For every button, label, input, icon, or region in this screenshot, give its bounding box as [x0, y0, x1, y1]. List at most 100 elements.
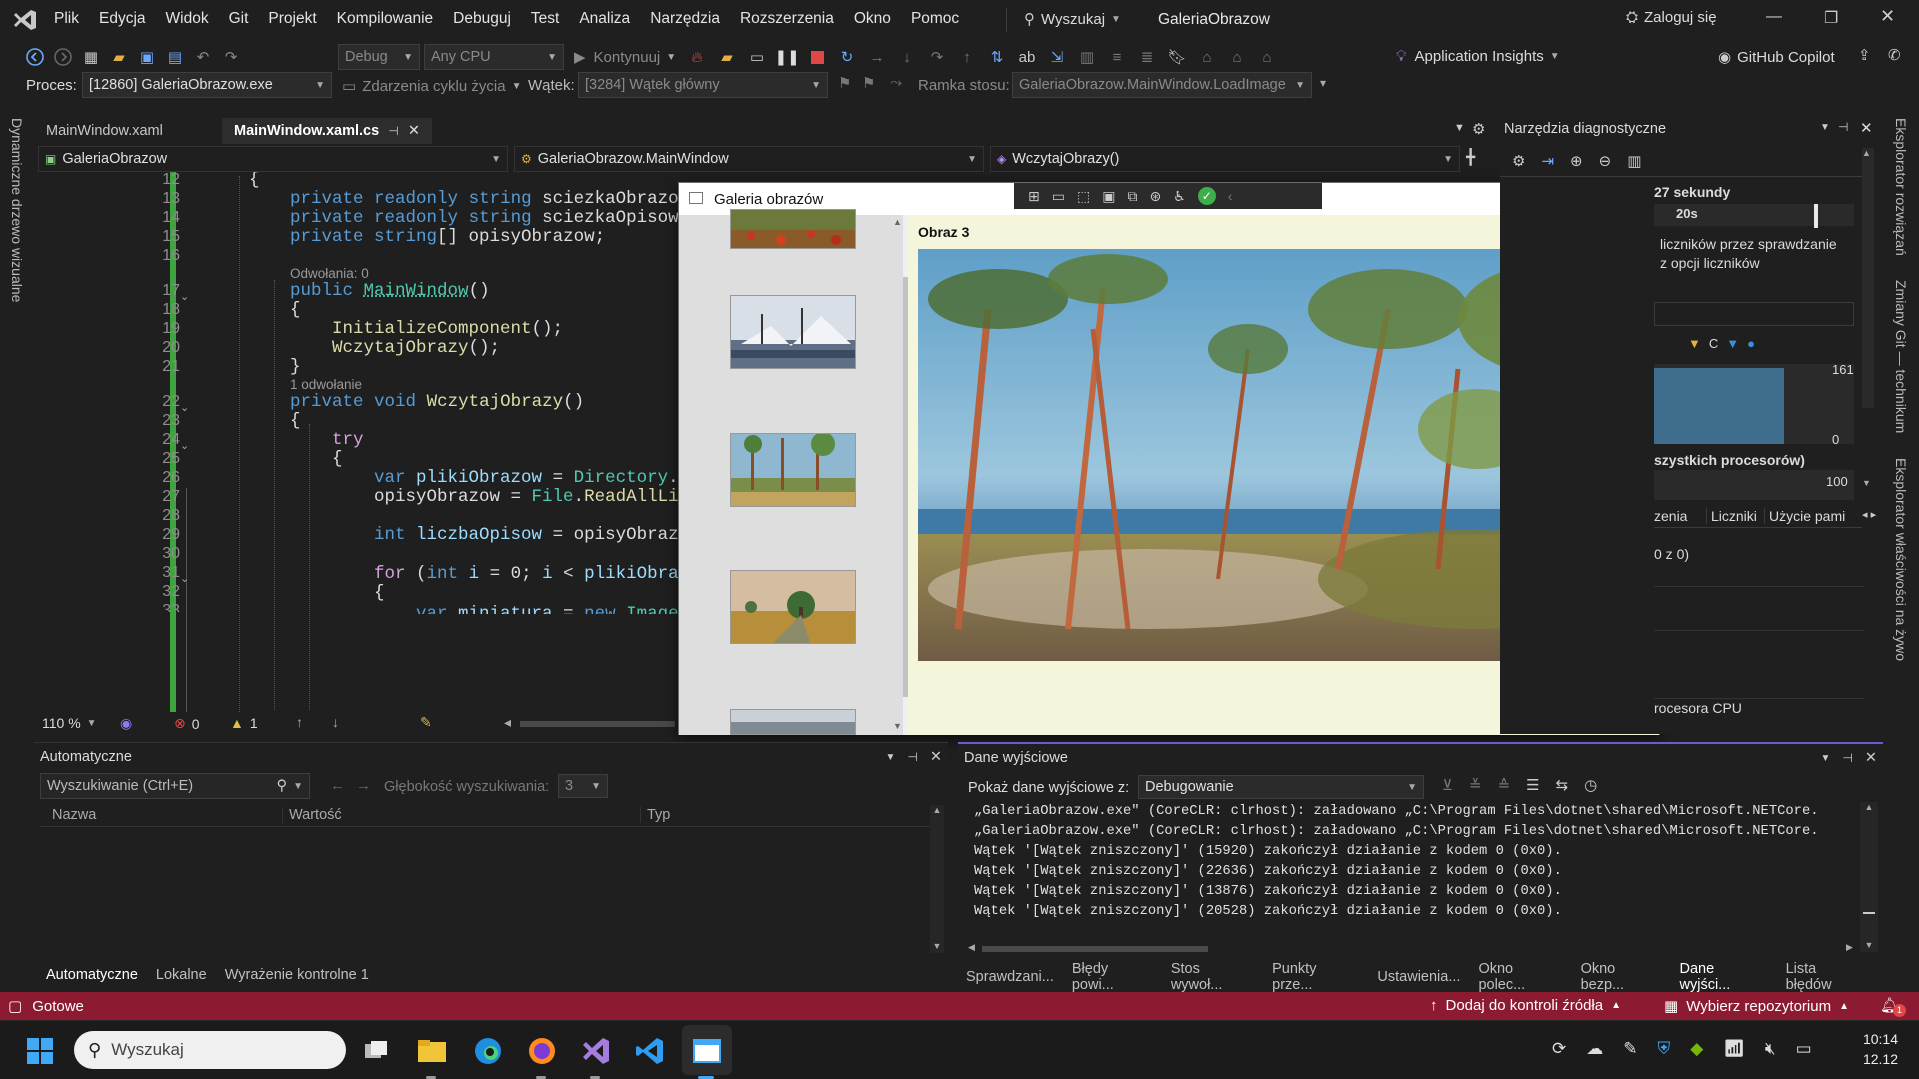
hot-restart-icon[interactable]: ⇅ — [986, 46, 1008, 68]
clock-time[interactable]: 10:14 — [1854, 1031, 1898, 1047]
export-icon[interactable]: ⇥ — [1541, 152, 1554, 170]
close-button[interactable]: ✕ — [1880, 6, 1895, 27]
scroll-left-icon[interactable]: ◂ — [504, 714, 511, 731]
live-property-explorer-tab[interactable]: Eksplorator właściwości na żywo — [1893, 458, 1909, 661]
horizontal-scrollbar[interactable] — [520, 721, 675, 727]
undo-icon[interactable]: ↶ — [192, 46, 214, 68]
thread-dropdown[interactable]: [3284] Wątek główny ▼ — [578, 72, 828, 98]
scrollbar-thumb[interactable] — [982, 946, 1208, 952]
open-folder-icon[interactable]: ▰ — [108, 46, 130, 68]
pin-icon[interactable]: ⊣ — [907, 750, 917, 764]
scroll-left-icon[interactable]: ◀ — [968, 942, 975, 953]
zoom-dropdown[interactable]: 110 % ▼ — [42, 715, 97, 731]
platform-dropdown[interactable]: Any CPU ▼ — [424, 44, 564, 70]
navigate-back-icon[interactable] — [24, 46, 46, 68]
menu-analyze[interactable]: Analiza — [579, 10, 630, 28]
warning-count[interactable]: ▲ 1 — [230, 715, 258, 731]
flag-thread-icon[interactable]: ⚑ — [838, 74, 851, 92]
column-value[interactable]: Wartość — [282, 807, 342, 823]
scroll-right-icon[interactable]: ▶ — [1846, 942, 1853, 953]
firefox-icon[interactable] — [526, 1035, 558, 1067]
tab-code-analysis[interactable]: Sprawdzani... — [966, 969, 1054, 985]
output-source-dropdown[interactable]: Debugowanie ▼ — [1138, 775, 1424, 799]
stop-icon[interactable] — [806, 46, 828, 68]
settings-gear-icon[interactable]: ⚙ — [1512, 152, 1525, 170]
thumbnail-image-4[interactable] — [730, 570, 856, 644]
menu-file[interactable]: Plik — [54, 10, 79, 28]
bookmark-icon[interactable]: 🔖︎ — [1166, 46, 1188, 68]
next-issue-icon[interactable]: ↓ — [332, 714, 339, 730]
search-back-icon[interactable]: ← — [330, 777, 345, 794]
solution-explorer-tab[interactable]: Eksplorator rozwiązań — [1893, 118, 1909, 256]
tab-memory-usage[interactable]: Użycie pami — [1764, 507, 1845, 524]
thumbnail-image-1[interactable] — [730, 209, 856, 249]
fold-chevron-icon[interactable]: ⌄ — [180, 290, 189, 303]
hot-reload-ok-icon[interactable]: ✓ — [1197, 187, 1216, 205]
events-track[interactable] — [1654, 302, 1854, 326]
clock-date[interactable]: 12.12 — [1854, 1051, 1898, 1067]
select-repository-button[interactable]: ▦ Wybierz repozytorium ▲ — [1664, 997, 1849, 1016]
wifi-icon[interactable]: 📶︎ — [1723, 1039, 1745, 1059]
word-wrap-icon[interactable]: ⇆ — [1556, 776, 1569, 794]
tab-events[interactable]: zenia — [1654, 508, 1706, 524]
fold-chevron-icon[interactable]: ⌄ — [180, 439, 189, 452]
git-changes-tab[interactable]: Zmiany Git — technikum — [1893, 280, 1909, 433]
toolbar-overflow-icon[interactable]: ▾ — [1320, 76, 1326, 90]
camera-icon[interactable]: ▭ — [1052, 188, 1065, 205]
output-vertical-scrollbar[interactable]: ▲ ▼ — [1860, 802, 1878, 952]
menu-help[interactable]: Pomoc — [911, 10, 959, 28]
step-into-icon[interactable]: ↓ — [896, 46, 918, 68]
track-focus-icon[interactable]: ⧉ — [1127, 188, 1137, 205]
tab-exception-settings[interactable]: Ustawienia... — [1377, 969, 1460, 985]
bookmark-prev-icon[interactable]: ⌂ — [1196, 46, 1218, 68]
gallery-app-taskbar-icon[interactable] — [691, 1035, 723, 1067]
sync-icon[interactable]: ⟳ — [1552, 1039, 1566, 1059]
restart-icon[interactable]: ↻ — [836, 46, 858, 68]
stack-frame-dropdown[interactable]: GaleriaObrazow.MainWindow.LoadImage ▼ — [1012, 72, 1312, 98]
find-message-icon[interactable]: ⊻ — [1442, 776, 1453, 794]
code-editor[interactable]: 12 13 14 15 16 17 18 19 20 21 22 23 24 2… — [34, 172, 679, 712]
previous-issue-icon[interactable]: ↑ — [296, 714, 303, 730]
output-log[interactable]: „GaleriaObrazow.exe" (CoreCLR: clrhost):… — [974, 802, 1816, 922]
stack-frame-icon[interactable]: ⤳ — [890, 74, 902, 91]
debug-target-icon[interactable]: ⇲ — [1046, 46, 1068, 68]
volume-muted-icon[interactable]: 🔇︎ — [1765, 1039, 1776, 1059]
class-dropdown[interactable]: ⚙ GaleriaObrazow.MainWindow ▼ — [514, 146, 984, 172]
menu-view[interactable]: Widok — [166, 10, 209, 28]
tab-command-window[interactable]: Okno polec... — [1478, 961, 1562, 993]
thumbnail-image-3[interactable] — [730, 433, 856, 507]
member-dropdown[interactable]: ◈ WczytajObrazy() ▼ — [990, 146, 1460, 172]
scroll-up-arrow-icon[interactable]: ▲ — [893, 217, 902, 227]
close-tab-icon[interactable]: ✕ — [408, 123, 420, 139]
menu-debug[interactable]: Debuguj — [453, 10, 511, 28]
tab-watch-1[interactable]: Wyrażenie kontrolne 1 — [225, 967, 369, 983]
tab-mainwindow-xaml-cs[interactable]: MainWindow.xaml.cs ⊣ ✕ — [222, 118, 432, 144]
menu-tools[interactable]: Narzędzia — [650, 10, 720, 28]
minimize-button[interactable]: — — [1766, 8, 1782, 26]
redo-icon[interactable]: ↷ — [220, 46, 242, 68]
process-dropdown[interactable]: [12860] GaleriaObrazow.exe ▼ — [82, 72, 332, 98]
chart-icon[interactable]: ▥ — [1627, 152, 1641, 170]
tab-overflow-icon[interactable]: ▼ — [1454, 122, 1465, 134]
diag-scrollbar[interactable] — [1862, 148, 1874, 408]
visual-studio-taskbar-icon[interactable] — [580, 1035, 612, 1067]
search-forward-icon[interactable]: → — [356, 777, 371, 794]
spellcheck-icon[interactable]: ab — [1016, 46, 1038, 68]
flag-thread-icon[interactable]: ⚑ — [862, 74, 875, 92]
scroll-up-arrow-icon[interactable]: ▲ — [930, 805, 944, 815]
nvidia-icon[interactable]: ◆ — [1690, 1039, 1703, 1059]
folder-icon[interactable]: ▰ — [716, 46, 738, 68]
comment-icon[interactable]: ≡ — [1106, 46, 1128, 68]
tab-mainwindow-xaml[interactable]: MainWindow.xaml — [34, 118, 222, 144]
continue-button[interactable]: ▶ Kontynuuj ▼ — [574, 48, 676, 67]
thumbnail-list[interactable]: ▲ ▼ — [679, 209, 908, 735]
step-out-icon[interactable]: ↑ — [956, 46, 978, 68]
panel-menu-icon[interactable]: ▼ — [1820, 122, 1830, 133]
tab-error-list[interactable]: Lista błędów — [1786, 961, 1865, 993]
column-name[interactable]: Nazwa — [52, 807, 96, 823]
clear-all-icon[interactable]: ☰ — [1526, 776, 1539, 794]
task-view-icon[interactable] — [360, 1035, 392, 1067]
uncomment-icon[interactable]: ≣ — [1136, 46, 1158, 68]
menu-git[interactable]: Git — [229, 10, 249, 28]
live-tree-icon[interactable]: ⊞ — [1028, 188, 1040, 205]
